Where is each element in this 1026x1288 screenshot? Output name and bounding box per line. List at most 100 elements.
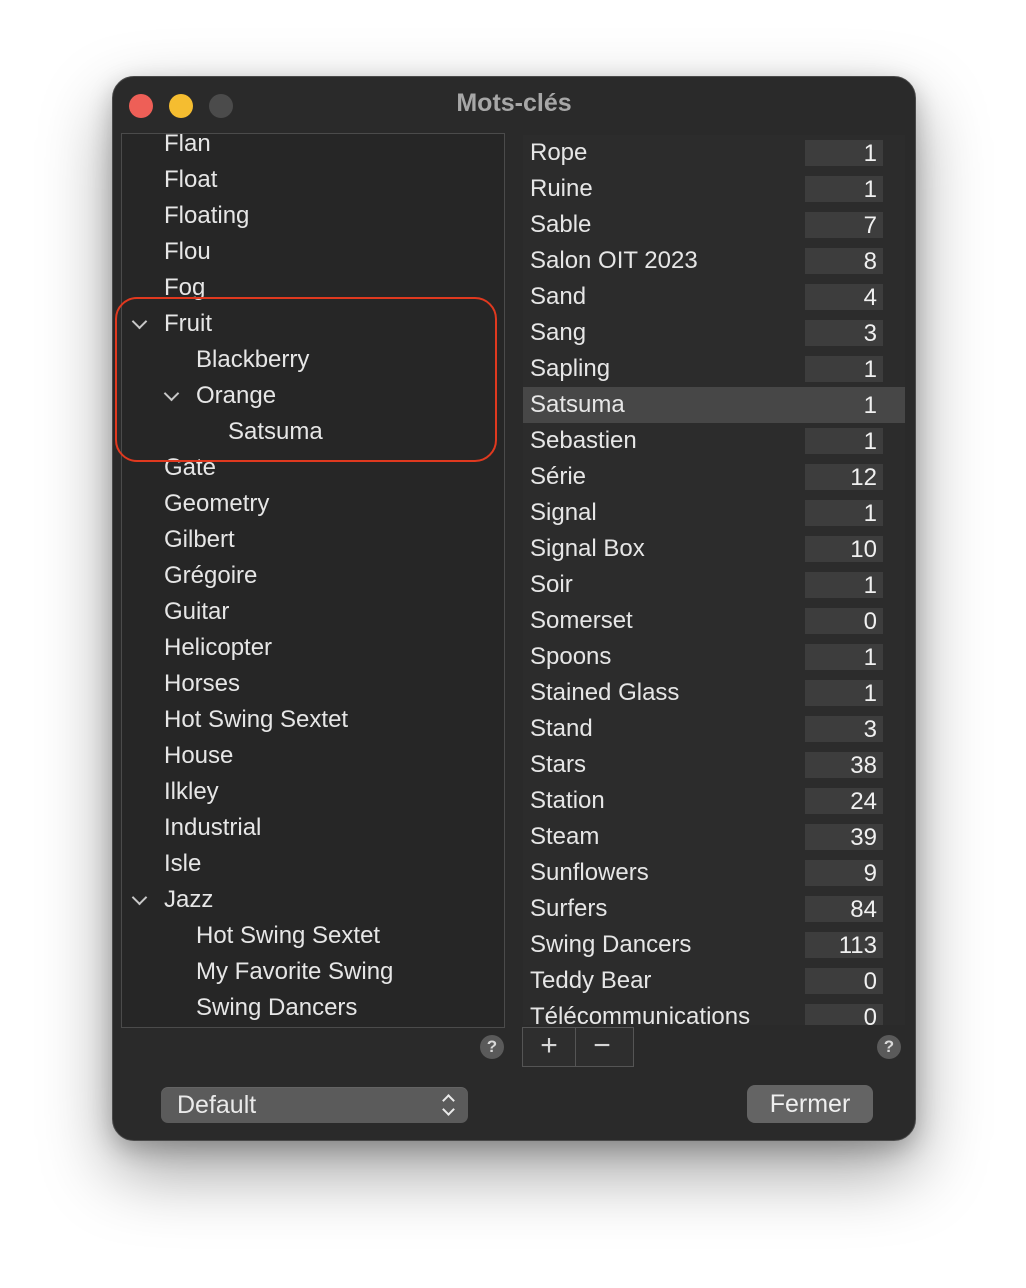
tree-item-label: Horses: [164, 670, 241, 697]
tree-item[interactable]: Swing Dancers: [122, 990, 504, 1026]
tree-item[interactable]: Guitar: [122, 594, 504, 630]
keyword-row[interactable]: Rope 1: [523, 135, 905, 171]
keyword-row[interactable]: Série 12: [523, 459, 905, 495]
keyword-name: Signal Box: [530, 535, 645, 562]
keyword-count-value: 1: [863, 644, 877, 671]
keyword-count-value: 9: [863, 860, 877, 887]
keyword-row[interactable]: Sebastien 1: [523, 423, 905, 459]
tree-item[interactable]: Orange: [122, 378, 504, 414]
keyword-count: 1: [805, 140, 883, 167]
tree-item-label: Industrial: [164, 814, 262, 841]
add-keyword-button[interactable]: +: [523, 1028, 576, 1066]
tree-item[interactable]: Satsuma: [122, 414, 504, 450]
window-title: Mots-clés: [456, 89, 572, 117]
keyword-count: 1: [805, 428, 883, 455]
keyword-count: 1: [805, 644, 883, 671]
tree-item[interactable]: Blackberry: [122, 342, 504, 378]
list-help-button[interactable]: ?: [877, 1035, 901, 1059]
tree-help-button[interactable]: ?: [480, 1035, 504, 1059]
keyword-row[interactable]: Station 24: [523, 783, 905, 819]
keyword-row[interactable]: Sang 3: [523, 315, 905, 351]
tree-item[interactable]: My Favorite Swing: [122, 954, 504, 990]
chevron-down-icon[interactable]: [162, 378, 182, 414]
tree-item[interactable]: Industrial: [122, 810, 504, 846]
tree-item[interactable]: House: [122, 738, 504, 774]
tree-item[interactable]: Float: [122, 162, 504, 198]
keyword-name: Steam: [530, 823, 600, 850]
keyword-set-popup[interactable]: Default: [161, 1087, 468, 1123]
keyword-count: 0: [805, 968, 883, 995]
title-bar: Mots-clés: [113, 77, 915, 133]
chevron-down-icon[interactable]: [130, 306, 150, 342]
keyword-row[interactable]: Stained Glass 1: [523, 675, 905, 711]
keyword-row[interactable]: Sable 7: [523, 207, 905, 243]
keyword-count-value: 1: [863, 392, 877, 419]
help-icon: ?: [486, 1037, 498, 1056]
keyword-count: 8: [805, 248, 883, 275]
tree-item-label: Float: [164, 166, 218, 193]
tree-item[interactable]: Fruit: [122, 306, 504, 342]
tree-item[interactable]: Floating: [122, 198, 504, 234]
keyword-row[interactable]: Stars 38: [523, 747, 905, 783]
tree-item-label: Blackberry: [196, 346, 310, 373]
tree-item-label: Orange: [196, 382, 277, 409]
tree-item-label: Helicopter: [164, 634, 273, 661]
tree-item-label: Jazz: [164, 886, 214, 913]
keyword-row[interactable]: Signal 1: [523, 495, 905, 531]
keyword-row[interactable]: Signal Box 10: [523, 531, 905, 567]
tree-item[interactable]: Gilbert: [122, 522, 504, 558]
tree-item[interactable]: Isle: [122, 846, 504, 882]
keyword-row[interactable]: Swing Dancers 113: [523, 927, 905, 963]
tree-item[interactable]: Fog: [122, 270, 504, 306]
keyword-count: 39: [805, 824, 883, 851]
keyword-count: 113: [805, 932, 883, 959]
keyword-row[interactable]: Satsuma 1: [523, 387, 905, 423]
tree-item[interactable]: Helicopter: [122, 630, 504, 666]
keyword-tree[interactable]: Flan Float Floating Flou Fog Fruit Blackberry O…: [121, 133, 505, 1028]
keyword-row[interactable]: Télécommunications 0: [523, 999, 905, 1025]
tree-item[interactable]: Hot Swing Sextet: [122, 918, 504, 954]
keyword-count: 1: [805, 680, 883, 707]
tree-item[interactable]: Grégoire: [122, 558, 504, 594]
tree-item[interactable]: Horses: [122, 666, 504, 702]
remove-keyword-button[interactable]: −: [576, 1028, 628, 1066]
keyword-row[interactable]: Spoons 1: [523, 639, 905, 675]
tree-item-label: Ilkley: [164, 778, 219, 805]
keyword-count-value: 1: [863, 680, 877, 707]
keyword-count-value: 24: [850, 788, 877, 815]
keyword-count-value: 113: [838, 932, 877, 959]
keyword-row[interactable]: Stand 3: [523, 711, 905, 747]
keyword-row[interactable]: Ruine 1: [523, 171, 905, 207]
keyword-row[interactable]: Somerset 0: [523, 603, 905, 639]
keyword-row[interactable]: Steam 39: [523, 819, 905, 855]
keyword-name: Rope: [530, 139, 588, 166]
keyword-row[interactable]: Salon OIT 2023 8: [523, 243, 905, 279]
keyword-count-value: 0: [863, 1004, 877, 1025]
keyword-count-value: 1: [863, 428, 877, 455]
close-button[interactable]: Fermer: [747, 1085, 873, 1123]
tree-item-label: Isle: [164, 850, 202, 877]
tree-item[interactable]: Ilkley: [122, 774, 504, 810]
keyword-row[interactable]: Surfers 84: [523, 891, 905, 927]
keyword-count: 1: [805, 392, 883, 419]
tree-item[interactable]: Gate: [122, 450, 504, 486]
keyword-row[interactable]: Sunflowers 9: [523, 855, 905, 891]
tree-item[interactable]: Jazz: [122, 882, 504, 918]
keyword-name: Spoons: [530, 643, 612, 670]
tree-item-label: Swing Dancers: [196, 994, 358, 1021]
chevron-down-icon[interactable]: [130, 882, 150, 918]
keyword-row[interactable]: Teddy Bear 0: [523, 963, 905, 999]
tree-item[interactable]: Flan: [122, 134, 504, 162]
keyword-name: Teddy Bear: [530, 967, 652, 994]
tree-item[interactable]: Geometry: [122, 486, 504, 522]
keyword-list[interactable]: Rope 1 Ruine 1 Sable 7 Salon OIT 2023 8 Sand 4 San…: [523, 135, 905, 1025]
keyword-name: Swing Dancers: [530, 931, 692, 958]
keyword-count-value: 39: [850, 824, 877, 851]
keyword-count-value: 7: [863, 212, 877, 239]
keyword-row[interactable]: Soir 1: [523, 567, 905, 603]
tree-item[interactable]: Hot Swing Sextet: [122, 702, 504, 738]
keyword-count: 12: [805, 464, 883, 491]
keyword-row[interactable]: Sapling 1: [523, 351, 905, 387]
tree-item[interactable]: Flou: [122, 234, 504, 270]
keyword-row[interactable]: Sand 4: [523, 279, 905, 315]
